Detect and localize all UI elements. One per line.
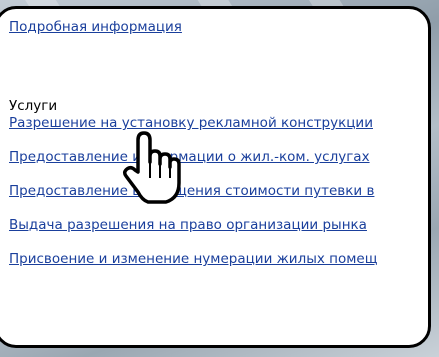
service-link-numbering[interactable]: Присвоение и изменение нумерации жилых п… [9,251,428,268]
service-link-market-permit[interactable]: Выдача разрешения на право организации р… [9,217,428,234]
details-link[interactable]: Подробная информация [9,19,428,36]
info-panel: Подробная информация Услуги Разрешение н… [0,6,431,348]
service-link-voucher-compensation[interactable]: Предоставление возмещения стоимости путе… [9,183,428,200]
services-heading: Услуги [9,98,58,114]
panel-content: Подробная информация Услуги Разрешение н… [9,19,428,268]
hand-pointer-icon [122,131,181,204]
service-link-housing-info[interactable]: Предоставление информации о жил.-ком. ус… [9,149,428,166]
service-link-advertising-permit[interactable]: Разрешение на установку рекламной констр… [9,115,428,132]
